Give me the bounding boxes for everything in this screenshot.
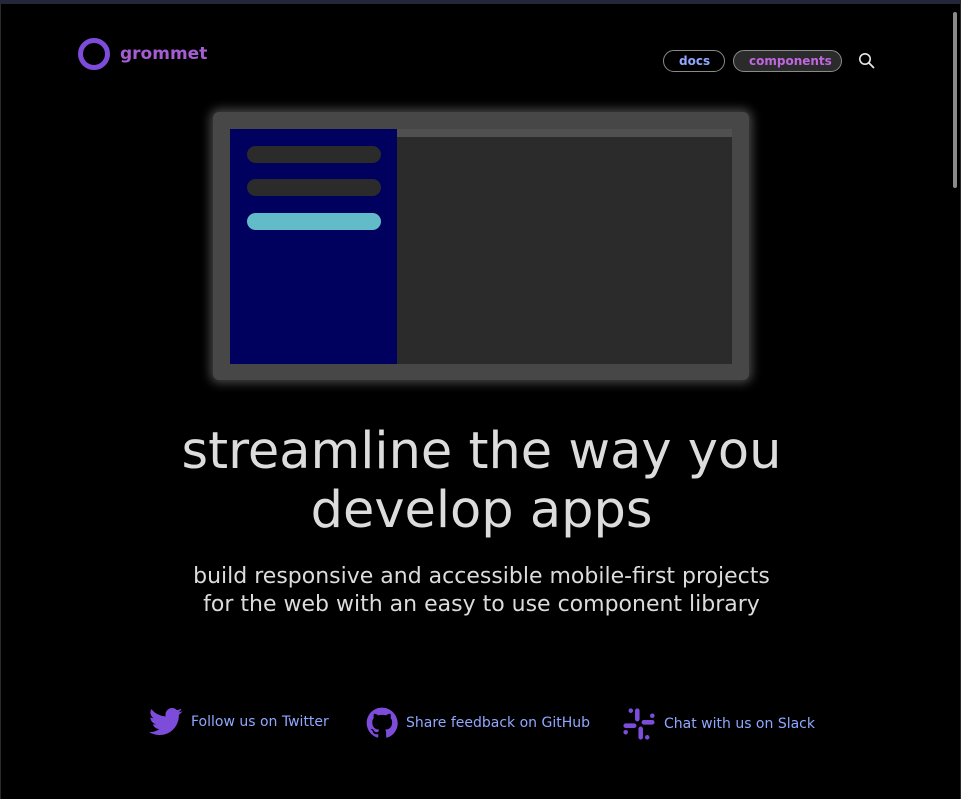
scrollbar[interactable]	[953, 12, 957, 188]
illustration-menu-bar-active	[247, 213, 381, 230]
twitter-link-label: Follow us on Twitter	[191, 714, 329, 730]
slack-link[interactable]: Chat with us on Slack	[622, 707, 815, 741]
slack-link-label: Chat with us on Slack	[664, 716, 815, 732]
grommet-logo-icon	[78, 38, 110, 70]
components-button[interactable]: components	[733, 50, 842, 72]
subtitle-line-2: for the web with an easy to use componen…	[203, 592, 760, 617]
illustration-menu-bar	[247, 179, 381, 196]
illustration-menu-bar	[247, 146, 381, 163]
docs-button[interactable]: docs	[663, 50, 725, 72]
twitter-icon	[149, 707, 183, 736]
slack-icon	[623, 708, 655, 740]
headline-line-2: develop apps	[310, 481, 653, 540]
twitter-link[interactable]: Follow us on Twitter	[149, 707, 329, 737]
headline-line-1: streamline the way you	[181, 422, 782, 481]
hero-subtitle: build responsive and accessible mobile-f…	[1, 563, 960, 619]
search-icon[interactable]	[858, 52, 875, 69]
page: grommet docs components streamline the w…	[0, 0, 961, 799]
hero-illustration	[213, 112, 749, 380]
github-link-label: Share feedback on GitHub	[406, 715, 591, 731]
illustration-screen	[230, 129, 732, 364]
subtitle-line-1: build responsive and accessible mobile-f…	[193, 564, 770, 589]
illustration-sidebar	[230, 129, 397, 364]
brand-name: grommet	[120, 44, 208, 64]
github-icon	[366, 707, 398, 738]
top-nav: docs components	[663, 50, 842, 72]
illustration-topbar	[397, 129, 732, 137]
github-link[interactable]: Share feedback on GitHub	[366, 707, 590, 739]
logo-link[interactable]: grommet	[78, 38, 207, 70]
hero-headline: streamline the way you develop apps	[1, 422, 960, 540]
